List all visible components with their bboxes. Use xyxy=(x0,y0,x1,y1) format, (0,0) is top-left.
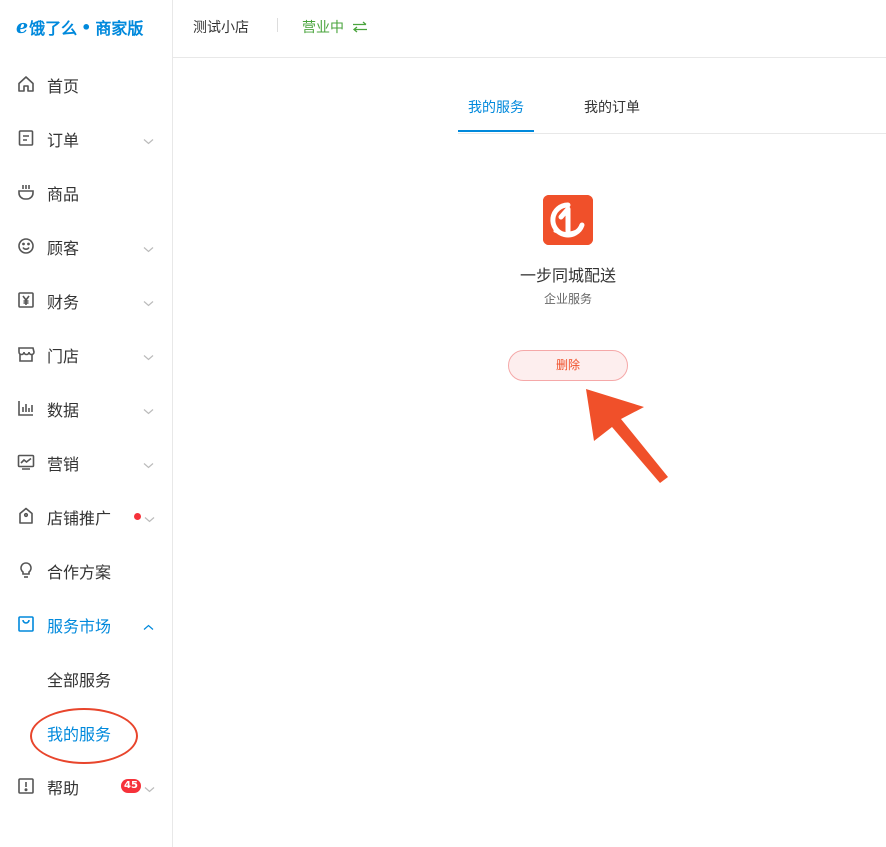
notification-dot xyxy=(134,513,141,520)
store-status-toggle[interactable]: 营业中 xyxy=(302,17,368,37)
sidebar-item-label: 门店 xyxy=(47,347,80,366)
tab-my-services[interactable]: 我的服务 xyxy=(468,97,524,117)
logo-dot: • xyxy=(81,17,92,37)
sidebar-item-data[interactable]: 数据 xyxy=(0,381,172,435)
home-icon xyxy=(17,75,35,93)
bag-icon xyxy=(17,615,35,633)
order-icon xyxy=(17,129,35,147)
bulb-icon xyxy=(17,561,35,579)
annotation-circle xyxy=(30,708,138,764)
delete-service-button[interactable]: 删除 xyxy=(508,350,628,381)
sidebar-item-label: 数据 xyxy=(47,401,80,420)
yuan-icon xyxy=(17,291,35,309)
sidebar-item-label: 帮助 xyxy=(47,779,80,798)
chevron-down-icon xyxy=(144,510,155,523)
sidebar-item-cooperation[interactable]: 合作方案 xyxy=(0,543,172,597)
app-logo[interactable]: ℯ 饿了么 • 商家版 xyxy=(16,16,143,38)
sidebar-item-store[interactable]: 门店 xyxy=(0,327,172,381)
chevron-down-icon xyxy=(144,780,155,793)
sidebar-item-finance[interactable]: 财务 xyxy=(0,273,172,327)
service-category: 企业服务 xyxy=(543,292,592,306)
sidebar-item-label: 服务市场 xyxy=(47,617,112,636)
store-icon xyxy=(17,345,35,363)
sidebar-subitem-all-services[interactable]: 全部服务 xyxy=(0,651,172,705)
smile-icon xyxy=(17,237,35,255)
shop-divider xyxy=(277,18,278,32)
sidebar-item-home[interactable]: 首页 xyxy=(0,57,172,111)
tag-icon xyxy=(17,507,35,525)
chevron-down-icon xyxy=(143,132,154,145)
sidebar-item-label: 财务 xyxy=(47,293,80,312)
annotation-arrow-icon xyxy=(580,385,680,489)
sidebar-subitem-label: 全部服务 xyxy=(47,671,112,690)
service-tabs: 我的服务 我的订单 xyxy=(458,85,886,134)
help-count-badge: 45 xyxy=(121,779,141,793)
chevron-down-icon xyxy=(143,294,154,307)
top-bar: ℯ 饿了么 • 商家版 测试小店 营业中 xyxy=(0,0,886,58)
sidebar-item-marketing[interactable]: 营销 xyxy=(0,435,172,489)
tab-my-orders[interactable]: 我的订单 xyxy=(584,97,640,117)
active-tab-indicator xyxy=(458,130,534,132)
sidebar-item-help[interactable]: 帮助 45 xyxy=(0,759,172,813)
service-app-logo xyxy=(543,195,593,245)
chevron-down-icon xyxy=(143,240,154,253)
chevron-up-icon xyxy=(143,618,154,630)
header-divider xyxy=(172,0,173,57)
sidebar-item-service-market[interactable]: 服务市场 xyxy=(0,597,172,651)
help-icon xyxy=(17,777,35,795)
sidebar-item-products[interactable]: 商品 xyxy=(0,165,172,219)
sidebar-item-label: 订单 xyxy=(47,131,80,150)
sidebar-item-promotion[interactable]: 店铺推广 xyxy=(0,489,172,543)
sidebar-item-label: 店铺推广 xyxy=(47,509,112,528)
sidebar-item-label: 顾客 xyxy=(47,239,80,258)
store-status-label: 营业中 xyxy=(302,20,344,36)
sidebar-item-label: 营销 xyxy=(47,455,80,474)
eleme-e-icon: ℯ xyxy=(16,16,29,38)
service-name: 一步同城配送 xyxy=(519,266,616,285)
sidebar-item-label: 商品 xyxy=(47,185,80,204)
bar-chart-icon xyxy=(17,399,35,417)
sidebar-item-orders[interactable]: 订单 xyxy=(0,111,172,165)
trend-icon xyxy=(17,453,35,471)
chevron-down-icon xyxy=(143,402,154,415)
sidebar-item-label: 合作方案 xyxy=(47,563,112,582)
product-icon xyxy=(17,183,35,201)
sidebar-item-customers[interactable]: 顾客 xyxy=(0,219,172,273)
chevron-down-icon xyxy=(143,456,154,469)
logo-suffix: 商家版 xyxy=(95,19,144,38)
shop-name[interactable]: 测试小店 xyxy=(193,17,249,37)
logo-text: 饿了么 xyxy=(29,19,78,38)
chevron-down-icon xyxy=(143,348,154,361)
sidebar-item-label: 首页 xyxy=(47,77,80,96)
switch-arrows-icon xyxy=(352,21,368,33)
